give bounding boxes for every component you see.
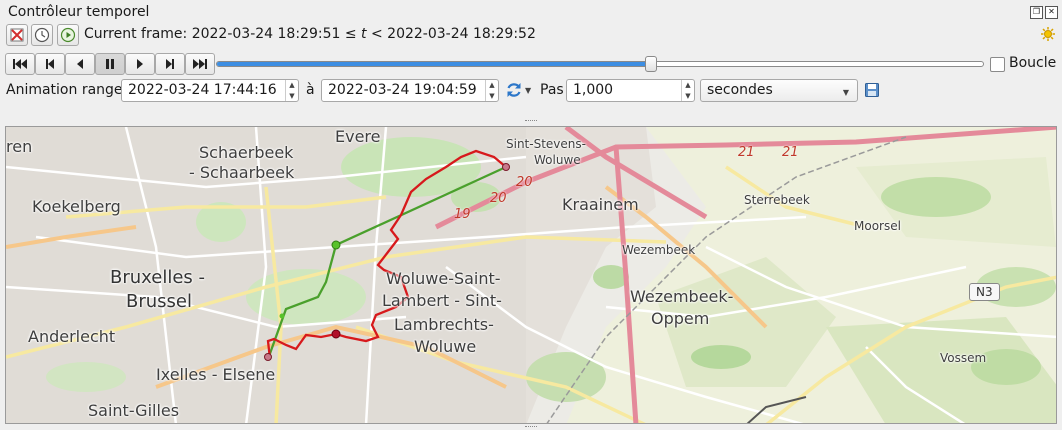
previous-frame-button[interactable] <box>35 53 65 75</box>
settings-button[interactable] <box>1040 26 1056 46</box>
map-label-brussel: Brussel <box>126 291 192 312</box>
track-point-green <box>331 240 341 250</box>
reset-range-button[interactable]: ▼ <box>505 81 531 99</box>
range-start-value: 2022-03-24 17:44:16 <box>128 82 277 98</box>
road-number-21b: 21 <box>782 145 799 160</box>
fixed-range-button[interactable] <box>31 24 53 46</box>
step-forward-icon <box>166 59 174 69</box>
map-label-schaerbeek: Schaerbeek <box>199 143 294 162</box>
map-label-moorsel: Moorsel <box>854 219 901 233</box>
skip-to-end-button[interactable] <box>185 53 215 75</box>
road-number-19: 19 <box>454 207 471 222</box>
rewind-to-start-button[interactable] <box>5 53 35 75</box>
map-label-bruxelles: Bruxelles - <box>110 267 206 288</box>
save-range-button[interactable] <box>864 82 880 102</box>
skip-to-start-icon <box>13 59 27 69</box>
clock-icon <box>34 27 50 43</box>
map-label-ren: ren <box>6 137 33 156</box>
animation-range-label: Animation range <box>6 82 123 98</box>
close-panel-button[interactable]: ✕ <box>1045 6 1058 19</box>
map-label-woluwe-top: Woluwe <box>534 153 581 167</box>
map-label-koekelberg: Koekelberg <box>32 197 121 216</box>
map-label-kraainem: Kraainem <box>562 195 639 214</box>
refresh-icon <box>507 83 521 97</box>
chevron-down-icon: ▼ <box>525 85 532 95</box>
temporal-disabled-icon <box>10 28 24 42</box>
track-point-green-small <box>279 313 285 319</box>
map-label-schaarbeek: - Schaarbeek <box>189 163 295 182</box>
road-number-20a: 20 <box>516 175 533 190</box>
current-frame-label: Current frame: 2022-03-24 18:29:51 ≤ t <… <box>84 26 536 42</box>
track-end-point <box>264 353 272 361</box>
skip-to-end-icon <box>193 59 207 69</box>
save-icon <box>865 83 879 97</box>
animated-mode-button[interactable] <box>57 24 79 46</box>
range-end-input[interactable]: 2022-03-24 19:04:59 ▲ ▼ <box>321 79 499 102</box>
map-label-woluwe-saint: Woluwe-Saint- <box>386 269 501 288</box>
step-back-icon <box>46 59 54 69</box>
splitter-grip[interactable] <box>525 120 537 123</box>
map-label-wezembeek: Wezembeek <box>622 243 696 257</box>
step-unit-select[interactable]: secondes ▼ <box>700 79 858 102</box>
road-number-21a: 21 <box>738 145 755 160</box>
map-label-vossem: Vossem <box>940 351 987 365</box>
play-icon <box>137 59 143 69</box>
step-unit-value: secondes <box>707 82 773 98</box>
road-shield-n3: N3 <box>969 283 1000 301</box>
map-label-wezembeek-oppem-2: Oppem <box>651 309 710 328</box>
step-input[interactable]: 1,000 ▲ ▼ <box>566 79 695 102</box>
play-backward-button[interactable] <box>65 53 95 75</box>
next-frame-button[interactable] <box>155 53 185 75</box>
time-slider-handle[interactable] <box>645 56 658 72</box>
range-start-input[interactable]: 2022-03-24 17:44:16 ▲ ▼ <box>121 79 299 102</box>
time-slider-fill <box>217 62 652 66</box>
map-label-sint-stevens: Sint-Stevens- <box>506 137 586 151</box>
chevron-down-icon: ▼ <box>842 88 849 97</box>
step-label: Pas <box>540 82 564 98</box>
range-end-spin-arrows[interactable]: ▲ ▼ <box>485 80 498 101</box>
map-label-ixelles: Ixelles - Elsene <box>156 365 276 384</box>
range-to-label: à <box>306 82 315 98</box>
float-panel-button[interactable]: ❐ <box>1030 6 1043 19</box>
pause-button[interactable] <box>95 53 125 75</box>
range-start-spin-arrows[interactable]: ▲ ▼ <box>285 80 298 101</box>
map-label-lambrechts: Lambrechts- <box>394 315 494 334</box>
map-label-saint-gilles: Saint-Gilles <box>88 401 180 420</box>
track-start-point <box>502 163 510 171</box>
map-label-anderlecht: Anderlecht <box>28 327 116 346</box>
play-backward-icon <box>77 59 83 69</box>
panel-title: Contrôleur temporel <box>8 4 150 20</box>
map-label-woluwe: Woluwe <box>414 337 477 356</box>
play-forward-button[interactable] <box>125 53 155 75</box>
bottom-splitter-grip[interactable] <box>525 426 537 429</box>
pause-icon <box>106 59 114 69</box>
map-label-sterrebeek: Sterrebeek <box>744 193 810 207</box>
disable-temporal-button[interactable] <box>6 24 28 46</box>
map-label-lambert: Lambert - Sint- <box>382 291 502 310</box>
play-circle-icon <box>60 27 76 43</box>
step-value: 1,000 <box>573 82 614 98</box>
step-spin-arrows[interactable]: ▲ ▼ <box>681 80 694 101</box>
settings-sun-icon <box>1041 27 1055 41</box>
time-slider[interactable] <box>216 56 984 72</box>
map-canvas[interactable]: ren Evere Schaerbeek - Schaarbeek Koekel… <box>5 126 1057 424</box>
map-label-wezembeek-oppem-1: Wezembeek- <box>630 287 734 306</box>
range-end-value: 2022-03-24 19:04:59 <box>328 82 477 98</box>
loop-label: Boucle <box>1009 55 1057 71</box>
window-buttons: ❐ ✕ <box>1030 6 1058 19</box>
track-point-red <box>331 329 341 339</box>
map-label-evere: Evere <box>335 127 381 146</box>
road-number-20b: 20 <box>490 191 507 206</box>
loop-checkbox[interactable] <box>990 57 1005 72</box>
